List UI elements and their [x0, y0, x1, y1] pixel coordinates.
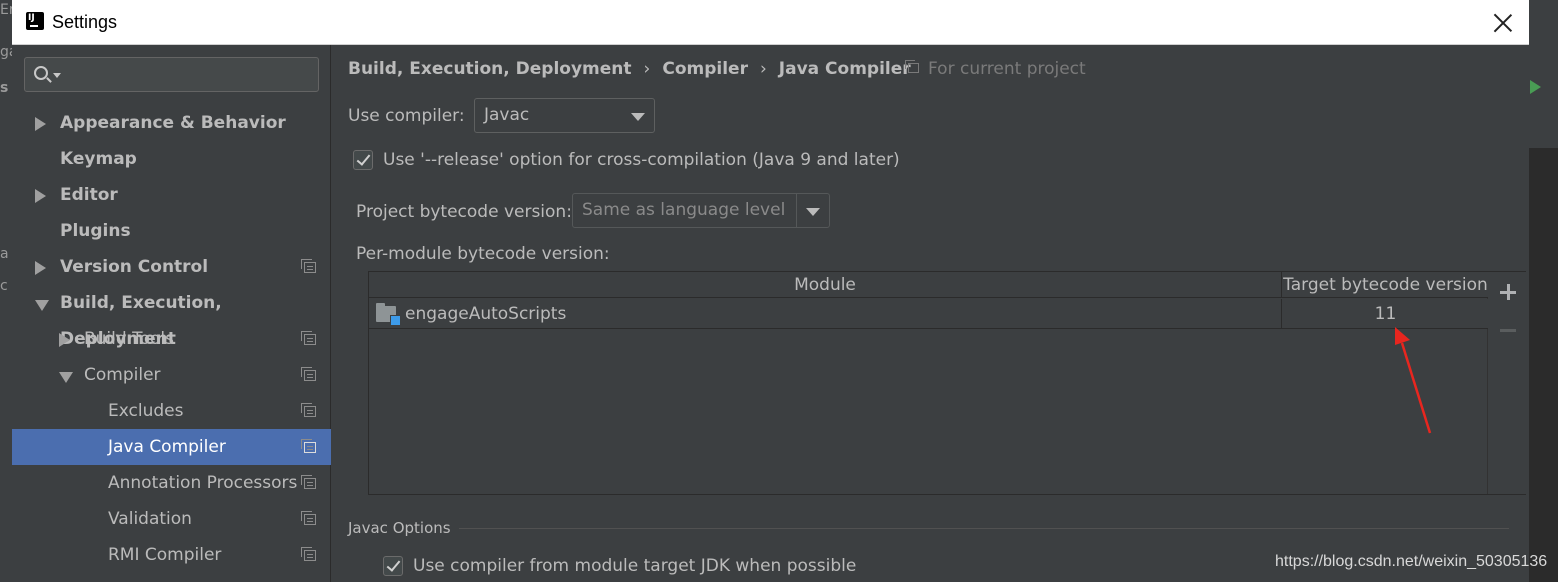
sidebar-item[interactable]: Build, Execution, Deployment: [12, 285, 331, 349]
project-scope-icon: [301, 475, 316, 489]
project-scope-icon: [301, 403, 316, 417]
expand-arrow-icon[interactable]: [59, 333, 70, 347]
sidebar-item[interactable]: Editor: [12, 177, 331, 213]
settings-dialog: IJ Settings Appearance & Behavior Keymap E…: [12, 0, 1529, 582]
collapse-arrow-icon[interactable]: [35, 300, 49, 311]
sidebar-item-label: Excludes: [108, 401, 184, 421]
settings-sidebar: Appearance & Behavior Keymap Editor Plugins…: [12, 45, 331, 582]
annotation-arrow-head: [1395, 327, 1410, 345]
sidebar-item[interactable]: Plugins: [12, 213, 331, 249]
collapse-arrow-icon[interactable]: [59, 372, 73, 383]
sidebar-item[interactable]: RMI Compiler: [12, 537, 331, 573]
search-icon: [34, 66, 48, 80]
project-scope-icon: [301, 547, 316, 561]
use-module-jdk-label: Use compiler from module target JDK when…: [413, 556, 857, 576]
sidebar-item-label: Build Tools: [84, 329, 174, 349]
background-text-fragment: s: [0, 80, 9, 96]
sidebar-item[interactable]: Excludes: [12, 393, 331, 429]
background-text-fragment: c: [0, 278, 8, 294]
sidebar-item-label: Keymap: [60, 149, 137, 169]
sidebar-item[interactable]: Version Control: [12, 249, 331, 285]
project-scope-icon: [301, 439, 316, 453]
sidebar-item-label: Version Control: [60, 257, 209, 277]
java-compiler-panel: Build, Execution, Deployment › Compiler › Ja…: [332, 45, 1529, 582]
expand-arrow-icon[interactable]: [35, 117, 46, 131]
expand-arrow-icon[interactable]: [35, 189, 46, 203]
close-icon[interactable]: [1492, 12, 1514, 34]
sidebar-item-label: Validation: [108, 509, 192, 529]
project-scope-icon: [301, 331, 316, 345]
background-editor-area: [1528, 148, 1558, 582]
expand-arrow-icon[interactable]: [35, 261, 46, 275]
sidebar-item[interactable]: Keymap: [12, 141, 331, 177]
sidebar-item[interactable]: Java Compiler: [12, 429, 331, 465]
annotation-arrow-shaft: [1400, 342, 1432, 434]
sidebar-item[interactable]: Validation: [12, 501, 331, 537]
section-divider: [459, 528, 1509, 529]
javac-options-title: Javac Options: [348, 519, 451, 537]
sidebar-item-label: RMI Compiler: [108, 545, 222, 565]
settings-search-input[interactable]: [24, 57, 319, 92]
annotation-arrow-icon: [1395, 327, 1432, 434]
window-title: Settings: [52, 12, 118, 32]
sidebar-item-label: Java Compiler: [108, 437, 226, 457]
title-bar: IJ Settings: [12, 0, 1529, 45]
search-options-chevron-icon[interactable]: [53, 73, 61, 78]
sidebar-item-label: Appearance & Behavior: [60, 113, 286, 133]
sidebar-item[interactable]: Compiler: [12, 357, 331, 393]
project-scope-icon: [301, 367, 316, 381]
sidebar-item[interactable]: Build Tools: [12, 321, 331, 357]
project-scope-icon: [301, 259, 316, 273]
run-icon[interactable]: [1530, 80, 1541, 94]
project-scope-icon: [301, 511, 316, 525]
sidebar-item-label: Plugins: [60, 221, 131, 241]
sidebar-item[interactable]: Appearance & Behavior: [12, 105, 331, 141]
intellij-app-icon: IJ: [26, 12, 44, 30]
watermark: https://blog.csdn.net/weixin_50305136: [1275, 553, 1548, 570]
sidebar-item-label: Annotation Processors: [108, 473, 298, 493]
sidebar-item-label: Compiler: [84, 365, 161, 385]
sidebar-item-label: Editor: [60, 185, 118, 205]
background-text-fragment: a: [0, 246, 9, 262]
use-module-jdk-checkbox[interactable]: [383, 556, 403, 576]
sidebar-item[interactable]: Annotation Processors: [12, 465, 331, 501]
